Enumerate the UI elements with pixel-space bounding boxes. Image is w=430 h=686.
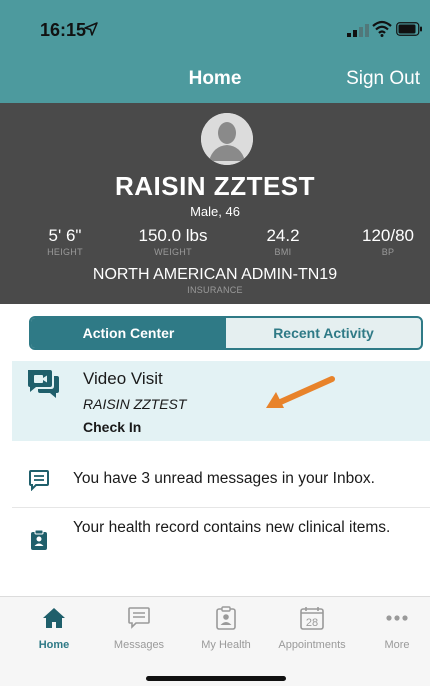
list-item-text: Your health record contains new clinical… [73,519,391,536]
calendar-day: 28 [306,617,318,629]
sign-out-button[interactable]: Sign Out [346,68,420,90]
visit-patient: RAISIN ZZTEST [83,396,187,412]
tab-label: My Health [201,639,251,651]
my-health-icon [216,606,236,630]
tab-appointments[interactable]: 28 Appointments [269,605,355,651]
stat-label: WEIGHT [154,247,192,257]
location-arrow-icon [84,22,98,36]
video-visit-card[interactable]: Video Visit RAISIN ZZTEST Check In [12,361,430,441]
stat-bp: 120/80 BP [348,226,428,257]
stat-value: 5' 6" [48,226,82,245]
insurance-value: NORTH AMERICAN ADMIN-TN19 [92,266,338,283]
tab-action-center[interactable]: Action Center [31,318,226,348]
stat-bmi: 24.2 BMI [248,226,318,257]
more-icon [386,615,408,621]
insurance-label: INSURANCE [187,285,243,295]
tab-label: Home [38,639,70,651]
list-item-messages[interactable]: You have 3 unread messages in your Inbox… [12,452,430,508]
tab-recent-activity[interactable]: Recent Activity [226,318,421,348]
tab-home[interactable]: Home [11,605,97,651]
patient-demographics: Male, 46 [190,204,240,219]
list-item-text: You have 3 unread messages in your Inbox… [73,470,375,487]
avatar[interactable] [201,113,253,165]
wifi-icon [372,20,392,37]
list-item-health-record[interactable]: Your health record contains new clinical… [12,509,430,575]
tab-bar: Home Messages My Health 28 Appointments [0,596,430,686]
tab-my-health[interactable]: My Health [183,605,269,651]
messages-icon [128,607,150,629]
status-bar: 16:15 [0,0,430,50]
stat-value: 24.2 [266,226,300,245]
video-chat-icon [28,370,59,398]
check-in-button[interactable]: Check In [83,419,141,435]
stat-label: HEIGHT [47,247,83,257]
stat-label: BMI [274,247,292,257]
tab-more[interactable]: More [354,605,430,651]
visit-title: Video Visit [83,369,163,388]
battery-icon [396,22,422,36]
calendar-icon: 28 [300,607,324,630]
stat-value: 150.0 lbs [138,226,208,245]
stat-height: 5' 6" HEIGHT [30,226,100,257]
message-icon [29,470,49,491]
stat-label: BP [381,247,395,257]
clipboard-icon [31,529,47,550]
tab-label: Messages [113,639,165,651]
person-silhouette-icon [201,113,253,165]
signal-icon [347,24,369,37]
segmented-control: Action Center Recent Activity [29,316,423,350]
profile-header: RAISIN ZZTEST Male, 46 5' 6" HEIGHT 150.… [0,103,430,304]
home-icon [43,608,65,628]
status-time: 16:15 [40,20,87,40]
home-indicator[interactable] [146,676,286,681]
top-bar: 16:15 Home Sign Out [0,0,430,103]
insurance-info: NORTH AMERICAN ADMIN-TN19 INSURANCE [0,266,430,295]
stat-weight: 150.0 lbs WEIGHT [128,226,218,257]
tab-messages[interactable]: Messages [96,605,182,651]
annotation-arrow-icon [266,376,335,408]
stat-value: 120/80 [362,226,414,245]
patient-name: RAISIN ZZTEST [114,171,316,201]
tab-label: Appointments [278,639,346,651]
tab-label: More [384,639,410,651]
